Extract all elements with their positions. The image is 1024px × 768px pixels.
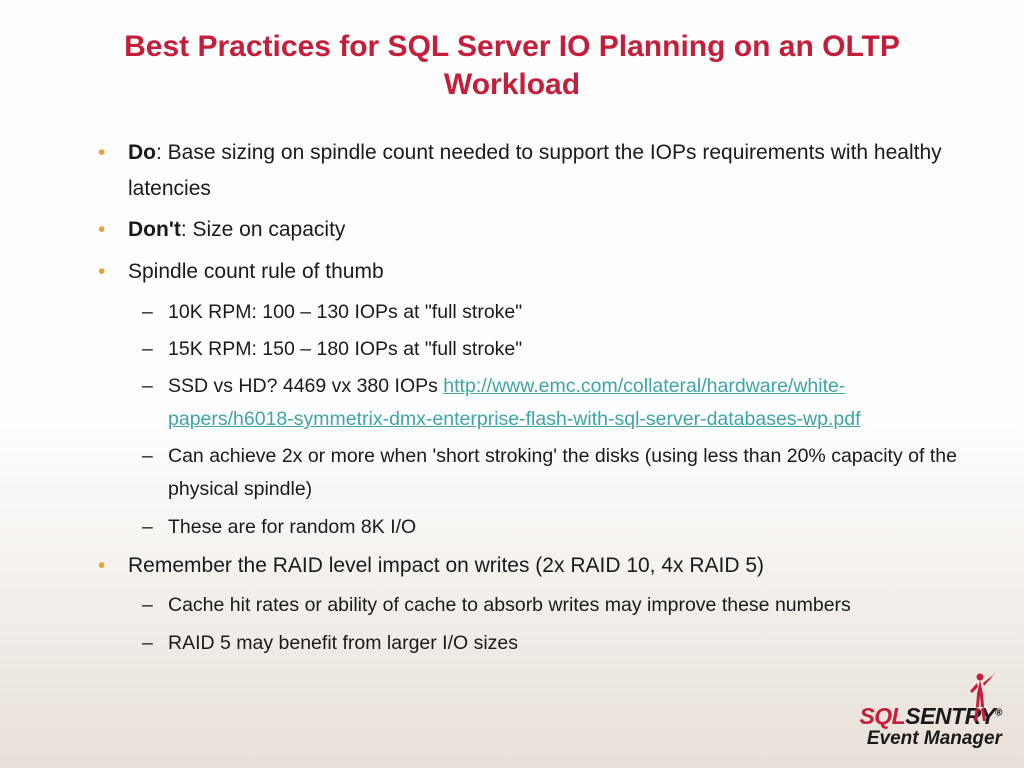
bullet-do: Do: Base sizing on spindle count needed … [90,135,964,206]
bullet-do-lead: Do [128,141,156,164]
bullet-15k-rpm: 15K RPM: 150 – 180 IOPs at "full stroke" [90,333,964,366]
bullet-dont: Don't: Size on capacity [90,212,964,248]
bullet-10k-rpm: 10K RPM: 100 – 130 IOPs at "full stroke" [90,296,964,329]
bullet-spindle: Spindle count rule of thumb [90,254,964,290]
bullet-raid5: RAID 5 may benefit from larger I/O sizes [90,627,964,660]
bullet-short-stroke: Can achieve 2x or more when 'short strok… [90,440,964,506]
logo-sql-text: SQL [859,703,905,729]
bullet-dont-lead: Don't [128,218,181,241]
bullet-cache: Cache hit rates or ability of cache to a… [90,589,964,622]
bullet-do-rest: : Base sizing on spindle count needed to… [128,141,942,200]
sqlsentry-logo: SQLSENTRY® Event Manager [859,703,1002,750]
bullet-dont-rest: : Size on capacity [181,218,346,241]
logo-subtitle: Event Manager [859,728,1002,750]
slide-title: Best Practices for SQL Server IO Plannin… [0,0,1024,103]
figure-icon [960,669,1000,729]
slide-content: Do: Base sizing on spindle count needed … [0,103,1024,660]
bullet-random-8k: These are for random 8K I/O [90,511,964,544]
bullet-ssd-text: SSD vs HD? 4469 vx 380 IOPs [168,375,443,397]
bullet-ssd-hd: SSD vs HD? 4469 vx 380 IOPs http://www.e… [90,370,964,436]
bullet-raid: Remember the RAID level impact on writes… [90,548,964,584]
